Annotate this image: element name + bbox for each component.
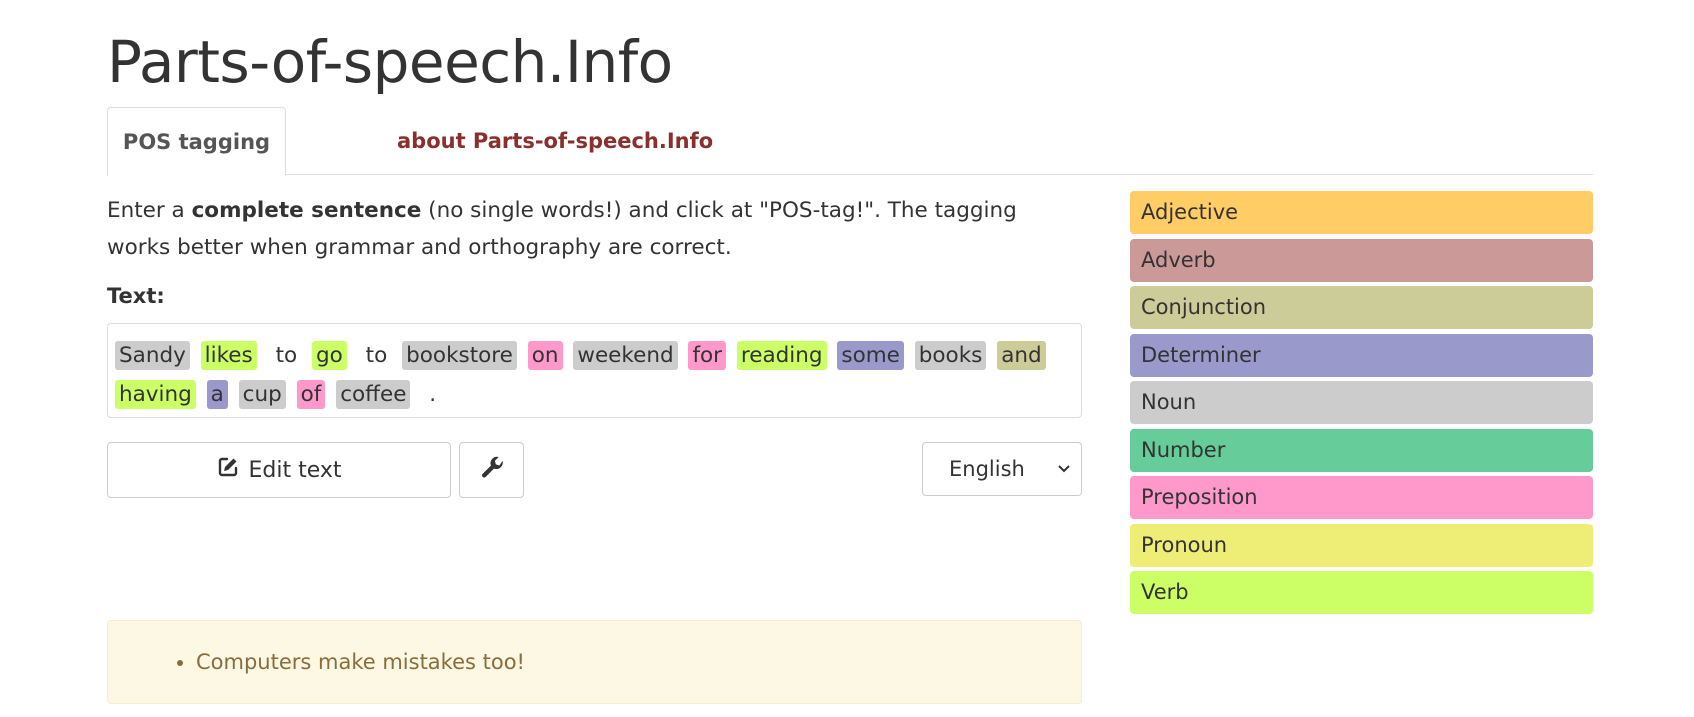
text-label: Text: (107, 284, 165, 308)
nav-tabs: POS tagging about Parts-of-speech.Info (107, 107, 1593, 176)
tab-about[interactable]: about Parts-of-speech.Info (397, 107, 713, 175)
legend-item-adjective: Adjective (1130, 191, 1593, 234)
token-untagged: to (365, 343, 388, 368)
token-verb: having (115, 380, 196, 409)
legend-item-preposition: Preposition (1130, 476, 1593, 519)
edit-text-button[interactable]: Edit text (107, 442, 451, 498)
legend-item-verb: Verb (1130, 571, 1593, 614)
language-select[interactable]: English (922, 442, 1082, 496)
legend-item-determiner: Determiner (1130, 333, 1593, 377)
legend-item-number: Number (1130, 428, 1593, 472)
legend-item-pronoun: Pronoun (1130, 523, 1593, 567)
token-verb: likes (200, 341, 257, 370)
pos-legend: Adjective Adverb Conjunction Determiner Noun… (1130, 191, 1593, 619)
token-conjunction: and (997, 341, 1046, 370)
tab-pos-tagging[interactable]: POS tagging (107, 107, 286, 176)
edit-text-label: Edit text (248, 457, 342, 483)
chevron-down-icon (1057, 443, 1071, 514)
settings-button[interactable] (459, 442, 524, 498)
token-untagged: to (275, 343, 298, 368)
edit-icon (216, 455, 248, 485)
token-determiner: a (206, 380, 228, 409)
page-title: Parts-of-speech.Info (107, 28, 673, 96)
legend-item-noun: Noun (1130, 381, 1593, 424)
token-noun: coffee (336, 380, 411, 409)
token-noun: weekend (573, 341, 678, 370)
alert-item: Computers make mistakes too! (196, 650, 525, 674)
token-verb: go (312, 341, 347, 370)
token-preposition: of (296, 380, 326, 409)
token-determiner: some (837, 341, 904, 370)
token-noun: bookstore (402, 341, 517, 370)
intro-bold: complete sentence (191, 198, 422, 223)
warning-alert: Computers make mistakes too! (107, 620, 1082, 704)
tagged-text-box: Sandy likes to go to bookstore on weeken… (107, 323, 1082, 418)
legend-item-conjunction: Conjunction (1130, 286, 1593, 329)
token-verb: reading (736, 341, 827, 370)
intro-text: Enter a complete sentence (no single wor… (107, 198, 1017, 260)
legend-item-adverb: Adverb (1130, 238, 1593, 282)
alert-list: Computers make mistakes too! (108, 650, 525, 674)
token-noun: cup (238, 380, 286, 409)
token-noun: Sandy (115, 341, 190, 370)
token-untagged: . (429, 382, 437, 407)
language-selected: English (949, 457, 1025, 481)
token-preposition: for (688, 341, 727, 370)
wrench-icon (479, 454, 505, 486)
token-noun: books (914, 341, 987, 370)
token-preposition: on (527, 341, 563, 370)
